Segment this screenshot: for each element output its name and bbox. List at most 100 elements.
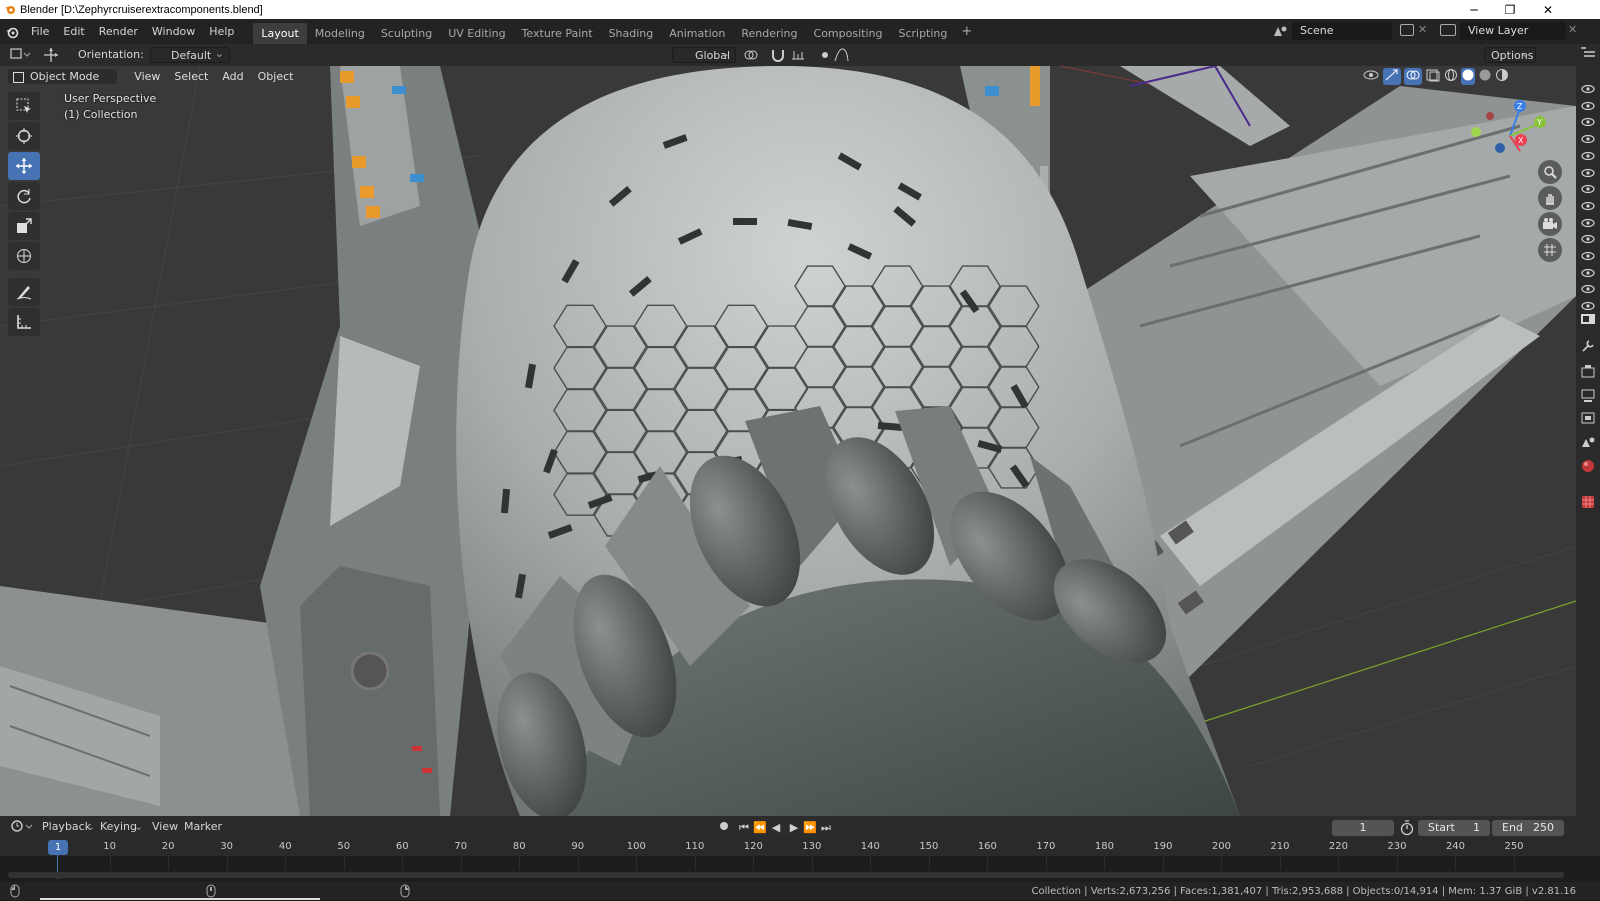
current-frame-field[interactable]: 1	[1332, 820, 1394, 836]
eye-icon[interactable]	[1581, 168, 1595, 178]
eye-icon[interactable]	[1581, 134, 1595, 144]
pan-view-button[interactable]	[1538, 186, 1562, 210]
falloff-icon[interactable]	[834, 47, 854, 63]
snap-icon[interactable]	[770, 47, 786, 63]
select-box-tool[interactable]	[8, 92, 40, 120]
viewport-menu-object[interactable]: Object	[251, 70, 301, 83]
viewport-menu-select[interactable]: Select	[167, 70, 215, 83]
tab-shading[interactable]: Shading	[601, 23, 662, 44]
new-scene-icon[interactable]	[1400, 24, 1414, 36]
menu-edit[interactable]: Edit	[56, 19, 91, 44]
tab-uv-editing[interactable]: UV Editing	[440, 23, 513, 44]
eye-icon[interactable]	[1581, 101, 1595, 111]
tab-rendering[interactable]: Rendering	[733, 23, 805, 44]
eye-icon[interactable]	[1581, 84, 1595, 94]
scene-properties-icon[interactable]	[1580, 434, 1596, 450]
timeline-menu-keying[interactable]: Keying	[100, 819, 137, 835]
viewport-menu-add[interactable]: Add	[215, 70, 250, 83]
viewport-menu-view[interactable]: View	[127, 70, 167, 83]
eye-icon[interactable]	[1581, 184, 1595, 194]
editor-type-icon[interactable]	[10, 47, 31, 63]
cursor-tool[interactable]	[8, 122, 40, 150]
tab-compositing[interactable]: Compositing	[806, 23, 891, 44]
timeline-menu-marker[interactable]: Marker	[184, 819, 222, 835]
blender-menu-icon[interactable]	[0, 19, 24, 44]
wireframe-shading-icon[interactable]	[1444, 68, 1458, 85]
add-workspace-button[interactable]: +	[955, 24, 978, 39]
eye-icon[interactable]	[1581, 218, 1595, 228]
scale-tool[interactable]	[8, 212, 40, 240]
maximize-button[interactable]: ❐	[1492, 0, 1528, 19]
view-layer-selector[interactable]: View Layer	[1460, 22, 1566, 40]
close-button[interactable]: ✕	[1530, 0, 1566, 19]
scene-render[interactable]	[0, 66, 1576, 816]
eye-icon[interactable]	[1581, 284, 1595, 294]
eye-icon[interactable]	[1581, 234, 1595, 244]
scene-icon[interactable]	[1272, 24, 1288, 41]
transform-orientation-dropdown[interactable]: Global	[672, 46, 736, 63]
camera-view-button[interactable]	[1538, 212, 1562, 236]
eye-icon[interactable]	[1581, 251, 1595, 261]
play-button[interactable]: ▶	[786, 821, 802, 835]
play-reverse-button[interactable]: ◀	[768, 821, 784, 835]
annotate-tool[interactable]	[8, 278, 40, 306]
start-frame-field[interactable]: Start 1	[1418, 820, 1490, 836]
tab-sculpting[interactable]: Sculpting	[373, 23, 440, 44]
transform-tool[interactable]	[8, 242, 40, 270]
end-frame-field[interactable]: End 250	[1492, 820, 1564, 836]
eye-icon[interactable]	[1581, 201, 1595, 211]
rotate-tool[interactable]	[8, 182, 40, 210]
minimize-button[interactable]: ─	[1456, 0, 1492, 19]
object-mode-dropdown[interactable]: Object Mode	[8, 68, 118, 84]
timeline-ruler[interactable]	[0, 838, 1600, 856]
timeline-menu-view[interactable]: View	[152, 819, 178, 835]
tool-properties-icon[interactable]	[1580, 312, 1596, 326]
snap-target-icon[interactable]	[790, 47, 810, 63]
tab-layout[interactable]: Layout	[253, 23, 307, 44]
3d-viewport[interactable]	[0, 66, 1576, 816]
measure-tool[interactable]	[8, 308, 40, 336]
orientation-dropdown[interactable]: Default	[150, 46, 230, 63]
tab-modeling[interactable]: Modeling	[307, 23, 373, 44]
next-keyframe-button[interactable]: ⏩	[802, 821, 818, 835]
gizmo-toggle-icon[interactable]	[1383, 68, 1401, 85]
menu-render[interactable]: Render	[92, 19, 145, 44]
move-tool[interactable]	[8, 152, 40, 180]
playhead[interactable]: 1	[48, 840, 68, 855]
timeline-editor-type-icon[interactable]	[10, 819, 34, 835]
outliner-icon[interactable]	[1580, 46, 1596, 60]
xray-icon[interactable]	[1425, 68, 1441, 85]
eye-icon[interactable]	[1581, 268, 1595, 278]
texture-properties-icon[interactable]	[1580, 494, 1596, 510]
timeline-menu-playback[interactable]: Playback	[42, 819, 91, 835]
visibility-icon[interactable]	[1362, 68, 1380, 85]
solid-shading-icon[interactable]	[1461, 68, 1475, 85]
view-layer-icon[interactable]	[1440, 24, 1456, 36]
eye-icon[interactable]	[1581, 117, 1595, 127]
prev-keyframe-button[interactable]: ⏪	[752, 821, 768, 835]
scene-selector[interactable]: Scene	[1292, 22, 1392, 40]
options-dropdown[interactable]: Options	[1484, 46, 1536, 63]
menu-file[interactable]: File	[24, 19, 56, 44]
tab-animation[interactable]: Animation	[661, 23, 733, 44]
menu-window[interactable]: Window	[145, 19, 202, 44]
jump-end-button[interactable]: ⏭	[818, 821, 834, 835]
ortho-toggle-button[interactable]	[1538, 238, 1562, 262]
pivot-point-icon[interactable]	[742, 47, 764, 63]
eye-icon[interactable]	[1581, 301, 1595, 311]
proportional-edit-icon[interactable]	[818, 47, 832, 63]
eye-icon[interactable]	[1581, 151, 1595, 161]
material-shading-icon[interactable]	[1478, 68, 1492, 85]
record-button[interactable]	[716, 821, 732, 835]
jump-start-button[interactable]: ⏮	[736, 821, 752, 835]
menu-help[interactable]: Help	[202, 19, 241, 44]
rendered-shading-icon[interactable]	[1495, 68, 1509, 85]
timeline-scrollbar[interactable]	[8, 872, 1564, 878]
overlay-toggle-icon[interactable]	[1404, 68, 1422, 85]
stopwatch-icon[interactable]	[1400, 820, 1414, 839]
zoom-view-button[interactable]	[1538, 160, 1562, 184]
delete-view-layer-icon[interactable]: ✕	[1568, 23, 1577, 36]
view-layer-properties-icon[interactable]	[1580, 410, 1596, 426]
wrench-icon[interactable]	[1580, 338, 1596, 354]
output-properties-icon[interactable]	[1580, 388, 1596, 404]
